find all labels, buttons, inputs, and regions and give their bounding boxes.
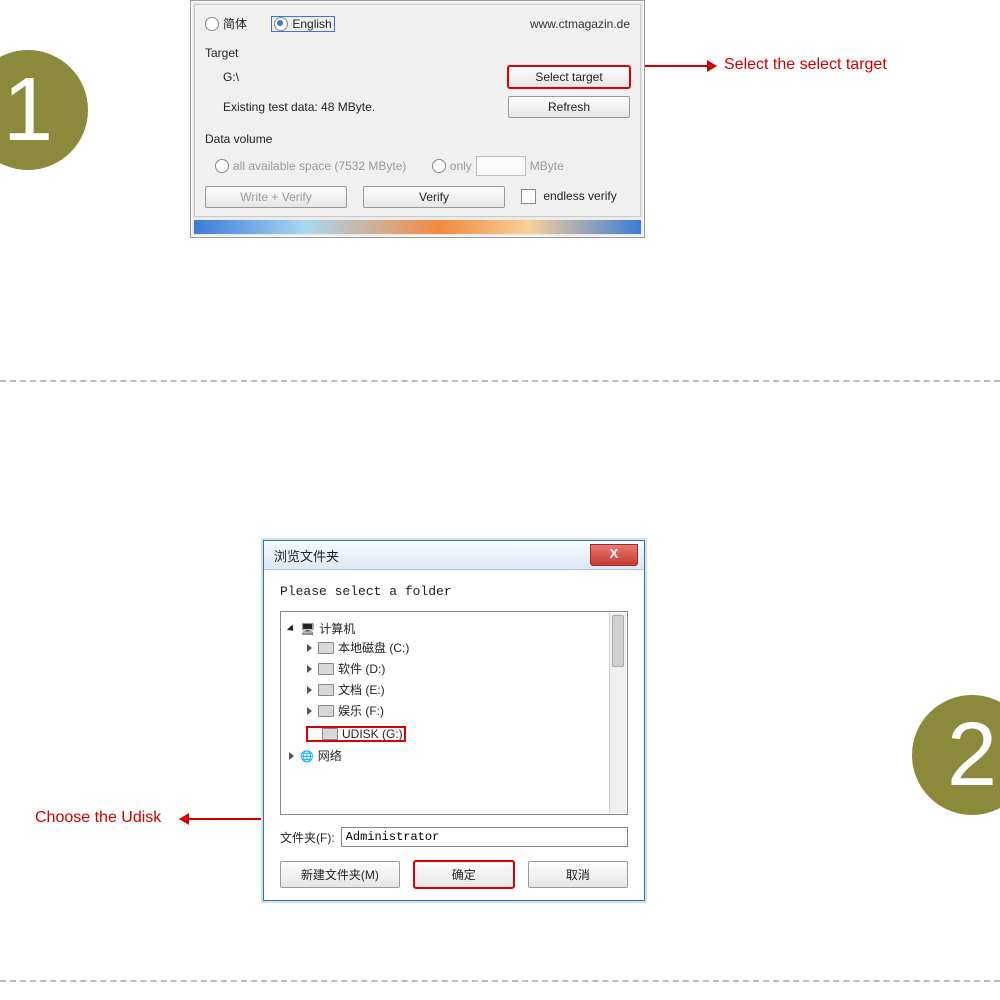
mbyte-input [476,156,526,176]
radio-chinese[interactable]: 简体 [205,15,247,32]
endless-verify-checkbox[interactable]: endless verify [521,189,617,204]
radio-dot-icon [205,17,219,31]
select-target-button[interactable]: Select target [508,66,630,88]
tree-label: 娱乐 (F:) [338,702,384,719]
expand-icon [307,665,312,673]
window-border-strip [194,220,641,234]
radio-dot-icon [432,159,446,173]
step-1-badge: 1 [0,50,88,170]
radio-dot-icon [215,159,229,173]
language-row: 简体 English www.ctmagazin.de [205,13,630,42]
computer-icon [300,622,315,636]
radio-all-space: all available space (7532 MByte) [215,159,406,173]
expand-icon [289,752,294,760]
folder-input[interactable] [341,827,628,847]
ok-button[interactable]: 确定 [414,861,514,888]
drive-icon [318,684,334,696]
divider-1 [0,380,1000,382]
expand-icon [287,624,296,633]
annotation-1: Select the select target [724,56,887,74]
tree-node-drive-c[interactable]: 本地磁盘 (C:) [307,639,409,656]
tree-label: 本地磁盘 (C:) [338,639,409,656]
browse-folder-dialog: 浏览文件夹 X Please select a folder 计算机 本地磁盘 … [263,540,645,901]
write-verify-button: Write + Verify [205,186,347,208]
drive-icon [318,642,334,654]
target-group-title: Target [205,46,630,60]
drive-icon [318,705,334,717]
tree-node-network[interactable]: 网络 [289,747,342,764]
network-icon [300,749,314,763]
close-button[interactable]: X [590,544,638,566]
cancel-button[interactable]: 取消 [528,861,628,888]
annotation-2: Choose the Udisk [35,809,161,827]
mbyte-suffix: MByte [530,159,564,173]
h2testw-window: 简体 English www.ctmagazin.de Target G:\ S… [190,0,645,238]
website-url: www.ctmagazin.de [530,17,630,31]
tree-label: 计算机 [319,620,355,637]
tree-label: 文档 (E:) [338,681,385,698]
checkbox-icon [521,189,536,204]
radio-only-label: only [450,159,472,173]
vertical-scrollbar[interactable] [609,613,626,813]
titlebar: 浏览文件夹 X [264,541,644,570]
radio-all-space-label: all available space (7532 MByte) [233,159,406,173]
dialog-instruction: Please select a folder [280,584,628,599]
dialog-title: 浏览文件夹 [274,546,339,565]
radio-chinese-label: 简体 [223,15,247,32]
tree-label: 网络 [318,747,342,764]
new-folder-button[interactable]: 新建文件夹(M) [280,861,400,888]
drive-icon [318,663,334,675]
folder-tree[interactable]: 计算机 本地磁盘 (C:) 软件 (D:) 文档 (E:) 娱乐 (F:) UD… [280,611,628,815]
drive-icon [322,728,338,740]
tree-node-computer[interactable]: 计算机 [289,620,355,637]
existing-test-data: Existing test data: 48 MByte. [205,92,375,122]
tree-node-drive-e[interactable]: 文档 (E:) [307,681,385,698]
step-2-badge: 2 [912,695,1000,815]
target-path: G:\ [205,70,239,84]
endless-verify-label: endless verify [543,189,616,203]
tree-label: 软件 (D:) [338,660,385,677]
radio-only: only MByte [432,156,564,176]
tree-node-drive-g-udisk[interactable]: UDISK (G:) [307,727,405,741]
expand-icon [307,707,312,715]
radio-dot-icon [274,17,288,31]
verify-button[interactable]: Verify [363,186,505,208]
radio-english-label: English [292,17,331,31]
refresh-button[interactable]: Refresh [508,96,630,118]
tree-node-drive-d[interactable]: 软件 (D:) [307,660,385,677]
folder-field-label: 文件夹(F): [280,829,335,846]
expand-icon [307,686,312,694]
expand-icon [307,644,312,652]
tree-label: UDISK (G:) [342,727,403,741]
scrollbar-thumb[interactable] [612,615,624,667]
data-volume-group-title: Data volume [205,132,630,146]
tree-node-drive-f[interactable]: 娱乐 (F:) [307,702,384,719]
radio-english[interactable]: English [272,17,333,31]
divider-2 [0,980,1000,982]
